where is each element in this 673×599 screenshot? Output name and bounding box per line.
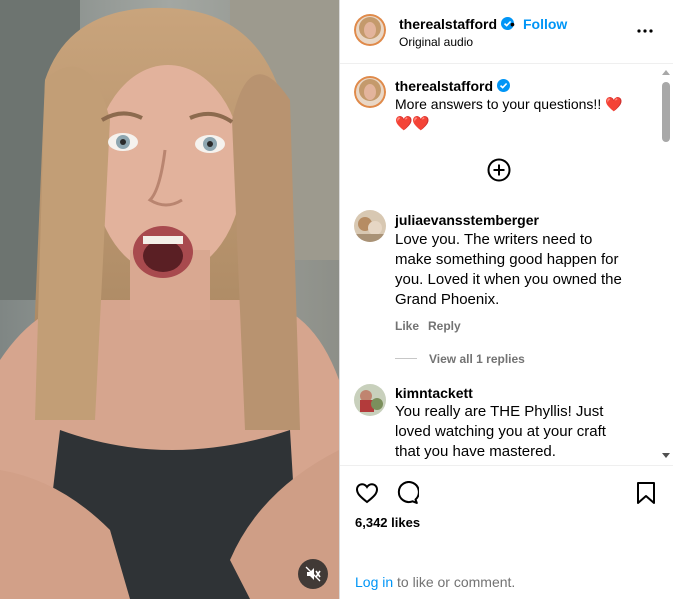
comment-line: Love you. The writers need to xyxy=(395,231,593,248)
author-username-text[interactable]: therealstafford xyxy=(399,16,497,32)
author-username[interactable]: therealstafford xyxy=(399,16,515,32)
view-replies-button[interactable]: View all 1 replies xyxy=(429,352,525,366)
login-prompt-text: to like or comment. xyxy=(393,574,516,590)
bookmark-icon xyxy=(637,482,655,504)
more-horizontal-icon xyxy=(637,29,653,33)
author-avatar[interactable] xyxy=(354,14,386,46)
separator-dot: • xyxy=(510,16,515,32)
avatar-image xyxy=(354,384,386,416)
commenter-avatar[interactable] xyxy=(354,384,386,416)
verified-badge-icon xyxy=(497,79,511,92)
post-actions: 6,342 likes Log in to like or comment. xyxy=(340,465,673,599)
comment-line: loved watching you at your craft xyxy=(395,423,606,440)
post-panel: therealstafford • Follow Original audio … xyxy=(339,0,673,599)
scroll-down-arrow-icon[interactable] xyxy=(662,453,670,458)
caption-username[interactable]: therealstafford xyxy=(395,78,511,94)
post-header: therealstafford • Follow Original audio xyxy=(340,0,673,64)
caption-text-hearts: ❤️❤️ xyxy=(395,115,430,131)
like-button[interactable] xyxy=(355,481,379,510)
comment-bubble-icon xyxy=(397,481,420,504)
scroll-up-arrow-icon[interactable] xyxy=(662,70,670,75)
avatar-image xyxy=(354,14,386,46)
video-player[interactable] xyxy=(0,0,339,599)
comment-line: Grand Phoenix. xyxy=(395,291,500,308)
heart-icon xyxy=(355,483,379,504)
comment-username[interactable]: juliaevansstemberger xyxy=(395,212,539,228)
audio-muted-icon xyxy=(305,566,321,582)
comment-line: you. Loved it when you owned the xyxy=(395,271,622,288)
comment-line: You really are THE Phyllis! Just xyxy=(395,403,604,420)
likes-count[interactable]: 6,342 likes xyxy=(355,515,420,530)
load-more-comments-button[interactable] xyxy=(487,158,511,187)
caption-avatar[interactable] xyxy=(354,76,386,108)
login-link[interactable]: Log in xyxy=(355,574,393,590)
original-audio-link[interactable]: Original audio xyxy=(399,35,473,49)
follow-button[interactable]: Follow xyxy=(523,16,567,32)
avatar-image xyxy=(354,210,386,242)
comment-line: that you have mastered. xyxy=(395,443,556,460)
caption-text: More answers to your questions!! ❤️ xyxy=(395,96,623,112)
comment-line: make something good happen for xyxy=(395,251,619,268)
scrollbar-thumb[interactable] xyxy=(662,82,670,142)
comments-list[interactable]: therealstafford More answers to your que… xyxy=(340,64,673,465)
mute-button[interactable] xyxy=(298,559,328,589)
commenter-avatar[interactable] xyxy=(354,210,386,242)
comment-like-button[interactable]: Like xyxy=(395,319,419,333)
video-frame xyxy=(0,0,339,599)
replies-divider xyxy=(395,358,417,359)
avatar-image xyxy=(354,76,386,108)
plus-circle-icon xyxy=(487,158,511,182)
caption-username-text[interactable]: therealstafford xyxy=(395,78,493,94)
comment-username[interactable]: kimntackett xyxy=(395,385,473,401)
save-button[interactable] xyxy=(635,481,657,510)
more-options-button[interactable] xyxy=(636,22,654,45)
comment-button[interactable] xyxy=(395,481,420,510)
comment-reply-button[interactable]: Reply xyxy=(428,319,461,333)
login-prompt: Log in to like or comment. xyxy=(355,574,515,590)
